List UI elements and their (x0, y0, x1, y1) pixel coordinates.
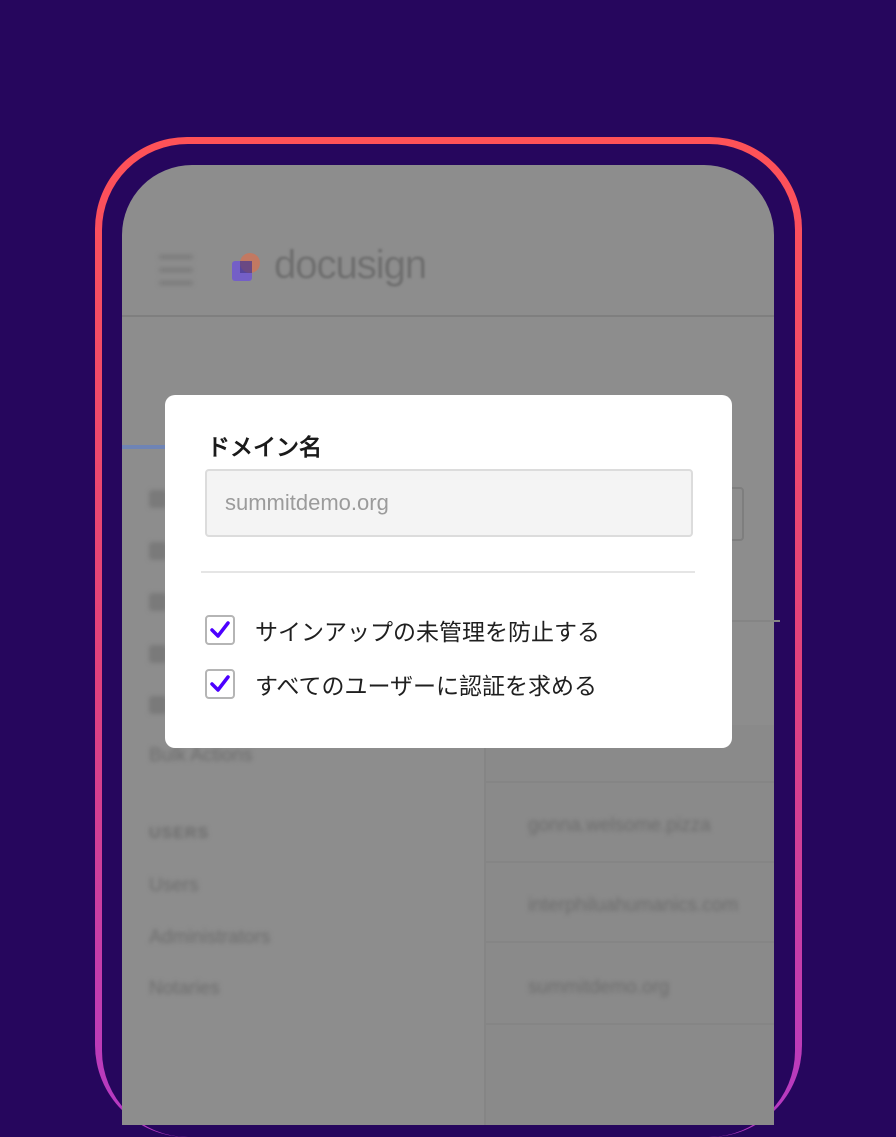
table-divider (486, 941, 774, 943)
checkmark-icon (210, 675, 230, 692)
table-divider (486, 781, 774, 783)
table-row[interactable]: gonna.welsome.pizza (528, 815, 711, 837)
table-row[interactable]: summitdemo.org (528, 977, 670, 999)
checkbox-require-auth[interactable] (205, 669, 235, 699)
domains-table: gonna.welsome.pizza interphiluahumanics.… (484, 725, 774, 1125)
checkbox-prevent-unmanaged-signup[interactable] (205, 615, 235, 645)
sidebar-item-users[interactable]: Users (149, 875, 199, 897)
domain-modal: ドメイン名 サインアップの未管理を防止する すべてのユーザーに認証を求める (165, 395, 732, 748)
option-require-auth[interactable]: すべてのユーザーに認証を求める (205, 667, 597, 701)
sidebar-item-administrators[interactable]: Administrators (149, 927, 270, 949)
table-row[interactable]: interphiluahumanics.com (528, 895, 738, 917)
sidebar-item-bulk-actions[interactable]: Bulk Actions (149, 745, 253, 767)
table-divider (486, 1023, 774, 1025)
modal-title: ドメイン名 (207, 435, 322, 461)
checkmark-icon (210, 621, 230, 638)
option-label: サインアップの未管理を防止する (255, 620, 600, 646)
option-label: すべてのユーザーに認証を求める (255, 674, 598, 700)
app-header: docusign (122, 165, 774, 317)
sidebar-heading-users: USERS (149, 825, 210, 842)
sidebar-item-notaries[interactable]: Notaries (149, 978, 220, 1000)
menu-icon[interactable] (159, 255, 193, 285)
domain-name-input[interactable] (205, 469, 693, 537)
docusign-logo-icon (232, 253, 260, 281)
brand-name: docusign (274, 243, 427, 287)
modal-divider (201, 571, 695, 573)
option-prevent-unmanaged-signup[interactable]: サインアップの未管理を防止する (205, 613, 600, 647)
table-divider (486, 861, 774, 863)
